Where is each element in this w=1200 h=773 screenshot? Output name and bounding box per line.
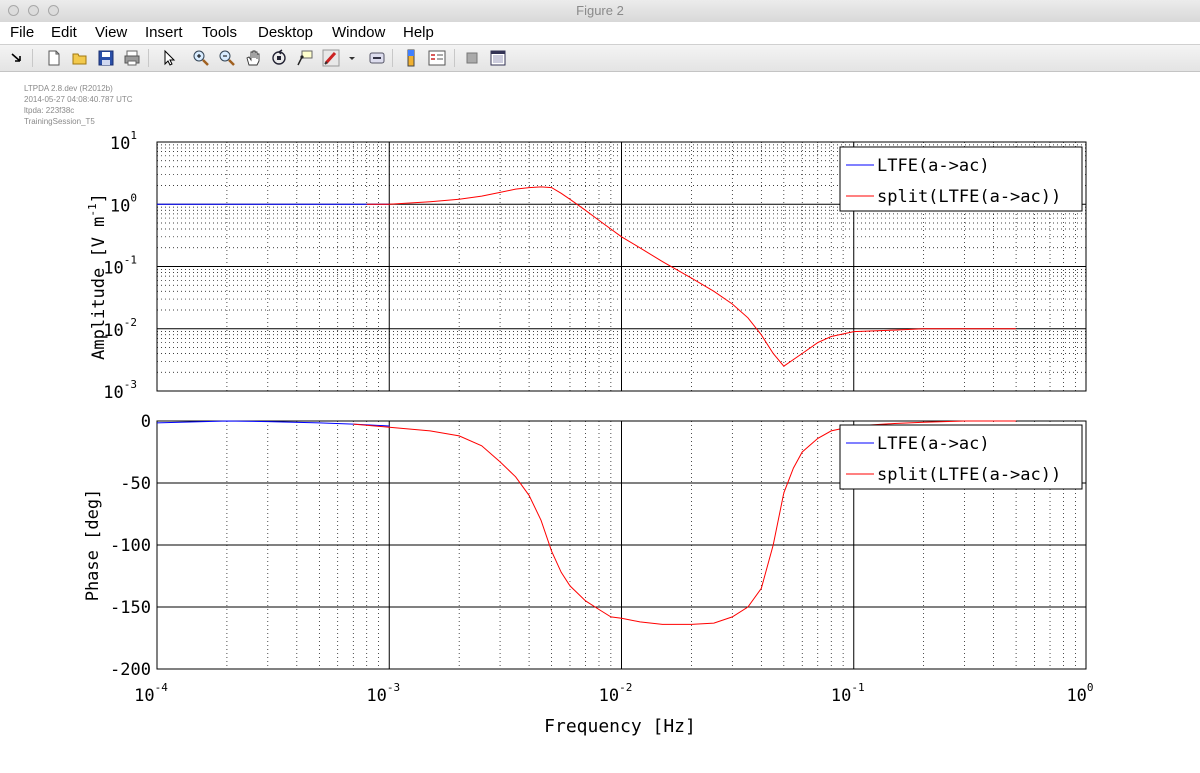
new-figure-icon[interactable] xyxy=(45,49,63,67)
amplitude-ytick-label: 100 xyxy=(110,191,137,216)
open-file-icon[interactable] xyxy=(71,49,89,67)
phase-series-0-line xyxy=(156,420,390,427)
window-titlebar: Figure 2 xyxy=(0,0,1200,23)
phase-ytick-label: -200 xyxy=(110,660,151,680)
amplitude-ylabel: Amplitude [V m-1] xyxy=(86,193,109,360)
colorbar-icon[interactable] xyxy=(402,49,420,67)
rotate-3d-icon[interactable] xyxy=(270,49,288,67)
menu-insert[interactable]: Insert xyxy=(145,24,183,41)
phase-ytick-label: -100 xyxy=(110,536,151,556)
xtick-label: 10-4 xyxy=(134,681,168,706)
amplitude-legend-label-0: LTFE(a->ac) xyxy=(877,156,990,176)
xtick-label: 10-3 xyxy=(366,681,400,706)
phase-legend-label-1: split(LTFE(a->ac)) xyxy=(877,465,1061,485)
phase-ytick-label: 0 xyxy=(141,412,151,432)
chevron-down-icon[interactable] xyxy=(343,49,355,67)
save-icon[interactable] xyxy=(97,49,115,67)
amplitude-legend-label-1: split(LTFE(a->ac)) xyxy=(877,187,1061,207)
figure-toolbar xyxy=(0,45,1200,72)
menu-view[interactable]: View xyxy=(95,24,127,41)
show-plot-tools-icon[interactable] xyxy=(489,49,507,67)
phase-ytick-label: -50 xyxy=(120,474,151,494)
menu-file[interactable]: File xyxy=(10,24,34,41)
zoom-out-icon[interactable] xyxy=(218,49,236,67)
print-icon[interactable] xyxy=(123,49,141,67)
figure-axes: LTFE(a->ac) split(LTFE(a->ac)) 101 100 10-1 1… xyxy=(83,129,1094,737)
amplitude-ytick-label: 101 xyxy=(110,129,137,154)
brush-icon[interactable] xyxy=(322,49,340,67)
menu-bar: File Edit View Insert Tools Desktop Wind… xyxy=(0,22,1200,45)
link-plot-icon[interactable] xyxy=(368,49,386,67)
zoom-in-icon[interactable] xyxy=(192,49,210,67)
xtick-label: 10-1 xyxy=(831,681,865,706)
data-cursor-icon[interactable] xyxy=(296,49,314,67)
legend-icon[interactable] xyxy=(428,49,446,67)
xtick-label: 10-2 xyxy=(599,681,633,706)
select-arrow-icon[interactable] xyxy=(160,49,178,67)
window-title: Figure 2 xyxy=(576,3,624,18)
menu-desktop[interactable]: Desktop xyxy=(258,24,313,41)
menu-edit[interactable]: Edit xyxy=(51,24,77,41)
dock-arrow-icon[interactable] xyxy=(8,49,26,67)
phase-legend-label-0: LTFE(a->ac) xyxy=(877,434,990,454)
phase-xlabel: Frequency [Hz] xyxy=(544,716,696,737)
menu-window[interactable]: Window xyxy=(332,24,385,41)
phase-ylabel: Phase [deg] xyxy=(83,489,103,602)
pan-hand-icon[interactable] xyxy=(244,49,262,67)
xtick-label: 100 xyxy=(1066,681,1093,706)
menu-tools[interactable]: Tools xyxy=(202,24,237,41)
hide-plot-tools-icon[interactable] xyxy=(463,49,481,67)
amplitude-ytick-label: 10-3 xyxy=(103,378,137,403)
phase-ytick-label: -150 xyxy=(110,598,151,618)
amplitude-series-1-line xyxy=(366,186,1017,367)
menu-help[interactable]: Help xyxy=(403,24,434,41)
